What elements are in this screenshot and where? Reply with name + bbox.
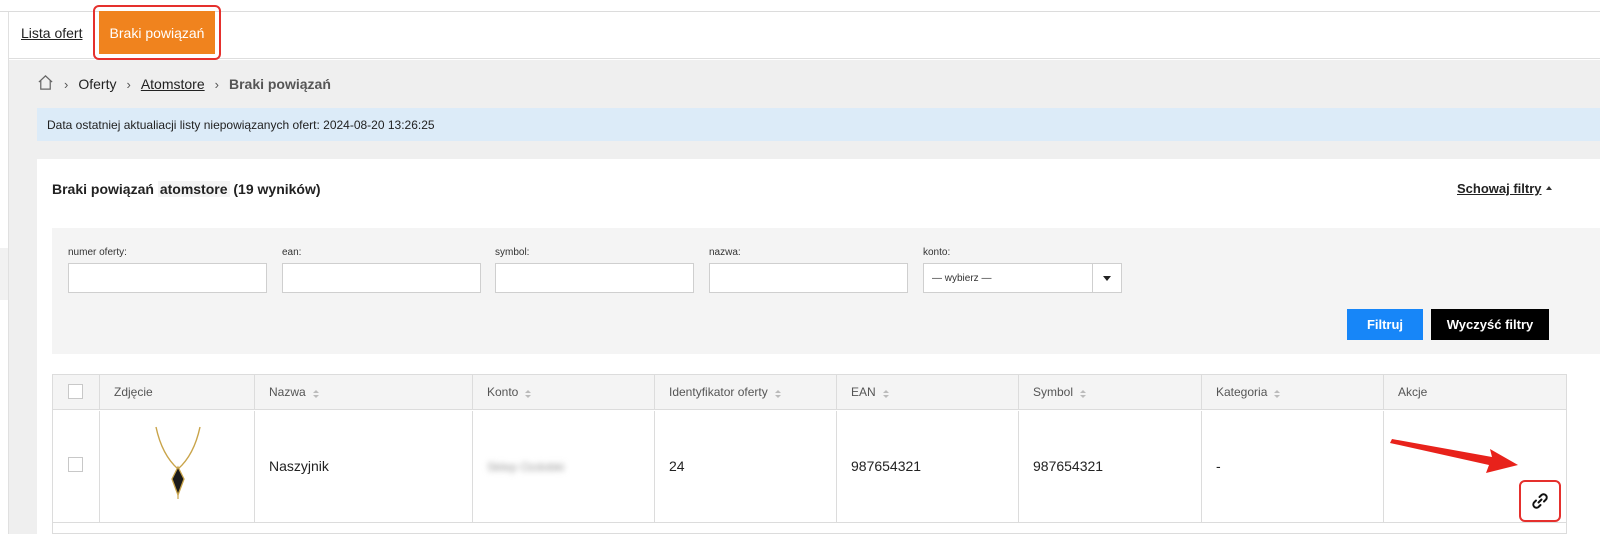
filter-box: numer oferty: ean: symbol: nazwa: konto:… bbox=[52, 228, 1600, 354]
header-account[interactable]: Konto bbox=[472, 375, 654, 410]
breadcrumb-current: Braki powiązań bbox=[228, 76, 331, 92]
header-name[interactable]: Nazwa bbox=[254, 375, 472, 410]
account-value-blurred: Sklep Ozdobki bbox=[487, 460, 565, 474]
offer-number-input[interactable] bbox=[68, 263, 267, 293]
sort-icon bbox=[882, 390, 889, 398]
tab-bar: Lista ofert Braki powiązań bbox=[9, 5, 1600, 60]
header-image-label: Zdjęcie bbox=[114, 385, 153, 399]
results-panel: Braki powiązań atomstore (19 wyników) Sc… bbox=[37, 159, 1600, 534]
symbol-input[interactable] bbox=[495, 263, 694, 293]
account-select-value: — wybierz — bbox=[932, 273, 992, 284]
product-image-cell bbox=[99, 411, 254, 523]
header-category[interactable]: Kategoria bbox=[1201, 375, 1383, 410]
clear-filters-button[interactable]: Wyczyść filtry bbox=[1431, 309, 1549, 340]
tab-missing-links[interactable]: Braki powiązań bbox=[99, 11, 215, 54]
last-update-info: Data ostatniej aktualiacji listy niepowi… bbox=[37, 108, 1600, 141]
panel-title: Braki powiązań atomstore (19 wyników) bbox=[52, 181, 321, 197]
left-rail bbox=[0, 12, 9, 534]
breadcrumb: › Oferty › Atomstore › Braki powiązań bbox=[37, 74, 331, 94]
header-category-label: Kategoria bbox=[1216, 385, 1268, 399]
header-offer-id-label: Identyfikator oferty bbox=[669, 385, 768, 399]
header-ean[interactable]: EAN bbox=[836, 375, 1018, 410]
cell-ean: 987654321 bbox=[836, 411, 1018, 523]
sort-icon bbox=[525, 390, 532, 398]
tab-missing-links-label: Braki powiązań bbox=[109, 24, 205, 41]
panel-title-main: Braki powiązań bbox=[52, 181, 154, 197]
account-select[interactable]: — wybierz — bbox=[923, 263, 1122, 293]
breadcrumb-separator-icon: › bbox=[214, 76, 219, 92]
left-rail-shade bbox=[0, 248, 8, 300]
ean-input[interactable] bbox=[282, 263, 481, 293]
header-symbol-label: Symbol bbox=[1033, 385, 1074, 399]
sort-icon bbox=[1080, 390, 1087, 398]
sort-icon bbox=[774, 390, 781, 398]
breadcrumb-atomstore[interactable]: Atomstore bbox=[141, 76, 205, 92]
header-offer-id[interactable]: Identyfikator oferty bbox=[654, 375, 836, 410]
row-checkbox[interactable] bbox=[68, 457, 83, 472]
sort-icon bbox=[1274, 390, 1281, 398]
table-header: Zdjęcie Nazwa Konto Identyfikator oferty… bbox=[53, 375, 1566, 410]
panel-title-count: (19 wyników) bbox=[233, 181, 321, 197]
hide-filters-link[interactable]: Schowaj filtry bbox=[1457, 181, 1542, 196]
cell-name: Naszyjnik bbox=[254, 411, 472, 523]
active-tab-highlight: Braki powiązań bbox=[93, 5, 221, 60]
link-offer-button[interactable] bbox=[1519, 480, 1561, 522]
breadcrumb-offers[interactable]: Oferty bbox=[78, 76, 116, 92]
header-actions-label: Akcje bbox=[1398, 385, 1428, 399]
cell-category: - bbox=[1201, 411, 1383, 523]
header-symbol[interactable]: Symbol bbox=[1018, 375, 1201, 410]
main-content: › Oferty › Atomstore › Braki powiązań Da… bbox=[9, 60, 1600, 534]
caret-up-icon[interactable] bbox=[1546, 186, 1552, 190]
top-strip bbox=[0, 0, 1600, 12]
select-all-checkbox[interactable] bbox=[68, 384, 83, 399]
header-account-label: Konto bbox=[487, 385, 519, 399]
panel-title-store: atomstore bbox=[157, 181, 230, 197]
header-actions: Akcje bbox=[1383, 375, 1566, 410]
filter-button[interactable]: Filtruj bbox=[1347, 309, 1423, 340]
cell-offer-id: 24 bbox=[654, 411, 836, 523]
breadcrumb-separator-icon: › bbox=[64, 76, 69, 92]
cell-symbol: 987654321 bbox=[1018, 411, 1201, 523]
header-ean-label: EAN bbox=[851, 385, 876, 399]
header-image: Zdjęcie bbox=[99, 375, 254, 410]
home-icon[interactable] bbox=[37, 74, 54, 94]
cell-account: Sklep Ozdobki bbox=[472, 411, 654, 523]
symbol-label: symbol: bbox=[495, 247, 530, 258]
name-label: nazwa: bbox=[709, 247, 741, 258]
chevron-down-icon[interactable] bbox=[1103, 276, 1111, 281]
account-label: konto: bbox=[923, 247, 951, 258]
name-input[interactable] bbox=[709, 263, 908, 293]
table-row: Naszyjnik Sklep Ozdobki 24 987654321 987… bbox=[53, 411, 1566, 523]
sort-icon bbox=[312, 390, 319, 398]
necklace-image bbox=[155, 426, 201, 499]
red-arrow-annotation bbox=[1390, 439, 1518, 473]
breadcrumb-separator-icon: › bbox=[126, 76, 131, 92]
header-name-label: Nazwa bbox=[269, 385, 306, 399]
ean-label: ean: bbox=[282, 247, 302, 258]
results-table: Zdjęcie Nazwa Konto Identyfikator oferty… bbox=[52, 374, 1567, 534]
select-divider bbox=[1092, 264, 1093, 292]
offer-number-label: numer oferty: bbox=[68, 247, 127, 258]
tab-offer-list[interactable]: Lista ofert bbox=[21, 25, 82, 41]
link-icon[interactable] bbox=[1530, 491, 1550, 511]
